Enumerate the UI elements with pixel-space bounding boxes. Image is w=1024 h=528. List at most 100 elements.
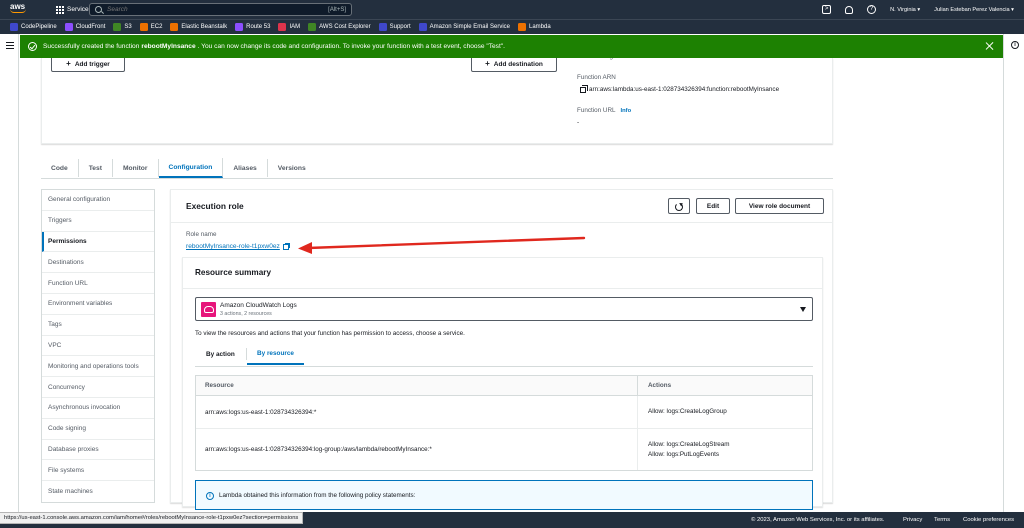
ec2-icon <box>139 23 148 31</box>
region-selector[interactable]: N. Virginia ▾ <box>890 7 920 13</box>
menu-monitoring-tools[interactable]: Monitoring and operations tools <box>42 356 154 378</box>
resource-help-text: To view the resources and actions that y… <box>195 330 465 337</box>
menu-state-machines[interactable]: State machines <box>42 481 154 502</box>
copy-icon[interactable] <box>580 84 588 93</box>
column-resource: Resource <box>205 382 234 389</box>
favorite-iam[interactable]: IAM <box>278 23 300 31</box>
function-arn-label: Function ARN <box>577 74 616 81</box>
menu-triggers[interactable]: Triggers <box>42 211 154 232</box>
services-menu[interactable]: Services <box>56 4 92 15</box>
menu-function-url[interactable]: Function URL <box>42 273 154 294</box>
tabs-divider <box>41 178 833 179</box>
policy-info-alert: i Lambda obtained this information from … <box>195 480 813 510</box>
caret-down-icon <box>800 307 806 312</box>
table-header: Resource Actions <box>196 376 812 396</box>
menu-icon[interactable] <box>6 42 14 49</box>
tab-test[interactable]: Test <box>79 159 113 177</box>
edit-button[interactable]: Edit <box>696 198 730 214</box>
menu-file-systems[interactable]: File systems <box>42 460 154 482</box>
help-icon[interactable]: ? <box>867 5 877 14</box>
function-url-label: Function URL Info <box>577 107 632 114</box>
lambda-icon <box>518 23 526 31</box>
favorites-bar: CodePipeline CloudFront S3 EC2 Elastic B… <box>0 19 1024 34</box>
add-trigger-button[interactable]: + Add trigger <box>51 56 125 72</box>
favorite-cost-explorer[interactable]: AWS Cost Explorer <box>308 23 371 31</box>
menu-asynchronous-invocation[interactable]: Asynchronous invocation <box>42 398 154 419</box>
cookie-preferences-link[interactable]: Cookie preferences <box>963 517 1014 523</box>
function-url-info-link[interactable]: Info <box>621 108 632 114</box>
favorite-s3[interactable]: S3 <box>113 23 132 31</box>
cloudfront-icon <box>64 23 73 31</box>
favorite-ec2[interactable]: EC2 <box>139 23 162 31</box>
menu-permissions[interactable]: Permissions <box>42 231 154 253</box>
add-destination-button[interactable]: + Add destination <box>471 56 557 72</box>
privacy-link[interactable]: Privacy <box>903 517 922 523</box>
menu-general-configuration[interactable]: General configuration <box>42 190 154 211</box>
execution-role-title: Execution role <box>186 201 244 211</box>
plus-icon: + <box>485 59 490 68</box>
tab-code[interactable]: Code <box>41 159 79 177</box>
aws-logo[interactable]: aws <box>10 2 32 17</box>
tab-versions[interactable]: Versions <box>268 159 316 177</box>
cloudshell-icon[interactable]: > <box>822 5 832 14</box>
menu-code-signing[interactable]: Code signing <box>42 419 154 440</box>
search-input[interactable] <box>107 6 324 13</box>
tab-aliases[interactable]: Aliases <box>223 159 268 177</box>
favorite-elastic-beanstalk[interactable]: Elastic Beanstalk <box>170 23 227 31</box>
browser-status-url: https://us-east-1.console.aws.amazon.com… <box>0 512 304 524</box>
cloudwatch-logs-icon <box>201 302 216 317</box>
subtab-divider <box>195 366 813 367</box>
service-name: Amazon CloudWatch Logs <box>220 302 297 309</box>
menu-tags[interactable]: Tags <box>42 315 154 336</box>
info-icon[interactable]: i <box>1011 41 1019 49</box>
s3-icon <box>113 23 122 31</box>
refresh-button[interactable] <box>668 198 690 214</box>
table-row: arn:aws:logs:us-east-1:028734326394:* Al… <box>196 396 812 429</box>
tab-by-action[interactable]: By action <box>196 343 245 365</box>
refresh-icon <box>675 202 683 211</box>
favorite-codepipeline[interactable]: CodePipeline <box>10 23 57 31</box>
favorite-route53[interactable]: Route 53 <box>235 23 270 31</box>
menu-database-proxies[interactable]: Database proxies <box>42 440 154 461</box>
resource-cell: arn:aws:logs:us-east-1:028734326394:* <box>205 408 317 416</box>
search-shortcut: [Alt+S] <box>328 6 346 13</box>
search-bar[interactable]: [Alt+S] <box>89 3 352 16</box>
notifications-icon[interactable] <box>845 5 854 14</box>
resource-table: Resource Actions arn:aws:logs:us-east-1:… <box>195 375 813 471</box>
account-menu[interactable]: Julian Esteban Perez Valencia ▾ <box>934 7 1014 13</box>
menu-destinations[interactable]: Destinations <box>42 252 154 274</box>
iam-icon <box>278 23 287 31</box>
favorite-support[interactable]: Support <box>378 23 411 31</box>
view-role-document-button[interactable]: View role document <box>735 198 824 214</box>
resource-summary-panel: Resource summary Amazon CloudWatch Logs … <box>182 257 823 510</box>
actions-cell: Allow: logs:CreateLogGroup <box>637 396 812 428</box>
success-check-icon <box>28 42 37 51</box>
tab-configuration[interactable]: Configuration <box>158 158 224 178</box>
side-navigation-rail <box>0 34 19 512</box>
copyright-text: © 2023, Amazon Web Services, Inc. or its… <box>751 517 885 523</box>
cost-explorer-icon <box>308 23 317 31</box>
menu-vpc[interactable]: VPC <box>42 336 154 357</box>
menu-environment-variables[interactable]: Environment variables <box>42 294 154 315</box>
favorite-ses[interactable]: Amazon Simple Email Service <box>418 23 510 31</box>
menu-concurrency[interactable]: Concurrency <box>42 377 154 398</box>
actions-cell: Allow: logs:CreateLogStream Allow: logs:P… <box>637 429 812 470</box>
configuration-menu: General configuration Triggers Permissio… <box>41 189 155 503</box>
tab-monitor[interactable]: Monitor <box>113 159 159 177</box>
function-arn-value: arn:aws:lambda:us-east-1:028734326394:fu… <box>580 84 779 93</box>
resource-summary-title: Resource summary <box>195 268 271 277</box>
plus-icon: + <box>66 59 71 68</box>
elastic-beanstalk-icon <box>170 23 179 31</box>
favorite-lambda[interactable]: Lambda <box>518 23 551 31</box>
role-name-link[interactable]: rebootMyInsance-role-t1pxw0ez <box>186 242 290 250</box>
service-select[interactable]: Amazon CloudWatch Logs 3 actions, 2 reso… <box>195 297 813 321</box>
info-circle-icon: i <box>206 492 214 500</box>
ses-icon <box>418 23 427 31</box>
flash-suffix: . You can now change its code and config… <box>197 43 505 50</box>
terms-link[interactable]: Terms <box>934 517 950 523</box>
tab-by-resource[interactable]: By resource <box>247 343 304 365</box>
favorite-cloudfront[interactable]: CloudFront <box>64 23 105 31</box>
close-icon[interactable] <box>985 41 994 50</box>
top-navigation-bar: aws Services [Alt+S] > ? N. Virginia ▾ J… <box>0 0 1024 19</box>
search-icon <box>95 6 102 13</box>
